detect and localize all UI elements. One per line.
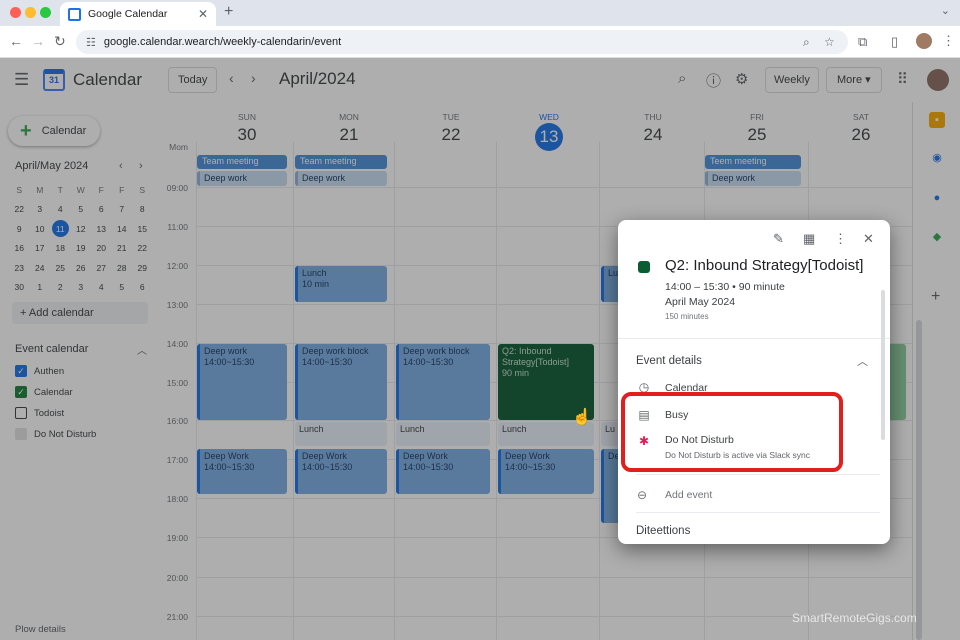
back-arrow-icon[interactable]: ← (9, 33, 23, 49)
event-duration: 150 minutes (665, 312, 709, 321)
address-bar[interactable]: ☷ google.calendar.wearch/weekly-calendar… (76, 30, 848, 54)
sidebar-icon[interactable]: ▯ (891, 34, 898, 50)
section-title: Diteettions (636, 525, 691, 537)
event-time: 14:00 – 15:30 • 90 minute (665, 281, 785, 293)
divider (636, 474, 880, 475)
profile-avatar[interactable] (916, 33, 932, 49)
browser-tab-bar: Google Calendar ✕ + ⌄ (0, 0, 960, 26)
browser-toolbar: ← → ↻ ☷ google.calendar.wearch/weekly-ca… (0, 26, 960, 58)
divider (636, 512, 880, 513)
tab-title: Google Calendar (88, 8, 168, 20)
add-event-link[interactable]: Add event (665, 489, 712, 501)
star-icon[interactable]: ☆ (824, 35, 835, 49)
annotation-highlight (621, 392, 843, 472)
forward-arrow-icon[interactable]: → (31, 33, 45, 49)
calendar-favicon-icon (68, 7, 81, 21)
calendar-icon[interactable]: ▦ (803, 231, 815, 247)
reload-icon[interactable]: ↻ (54, 33, 66, 50)
hand-cursor-icon: ☝ (572, 409, 592, 426)
event-date: April May 2024 (665, 296, 736, 308)
link-icon: ⊖ (637, 488, 648, 502)
popup-scrollbar[interactable] (881, 290, 885, 440)
window-zoom-dot[interactable] (40, 7, 51, 18)
zoom-icon[interactable]: ⌕ (803, 35, 810, 50)
new-tab-button[interactable]: + (224, 3, 233, 21)
event-details-title: Event details (636, 355, 702, 367)
tab-search-icon[interactable]: ⌄ (941, 4, 950, 17)
window-close-dot[interactable] (10, 7, 21, 18)
watermark: SmartRemoteGigs.com (792, 611, 917, 625)
tune-icon[interactable]: ☷ (86, 36, 96, 49)
extensions-icon[interactable]: ⧉ (858, 34, 867, 50)
event-detail-popup: ✎ ▦ ⋮ ✕ Q2: Inbound Strategy[Todoist] 14… (618, 220, 890, 544)
url-text: google.calendar.wearch/weekly-calendarin… (103, 36, 342, 48)
event-color-swatch (638, 261, 650, 273)
browser-tab[interactable]: Google Calendar ✕ (60, 2, 216, 26)
edit-pencil-icon[interactable]: ✎ (773, 231, 784, 247)
window-minimize-dot[interactable] (25, 7, 36, 18)
kebab-icon[interactable]: ⋮ (834, 231, 847, 247)
close-icon[interactable]: ✕ (863, 231, 874, 247)
divider (618, 338, 890, 339)
tab-close-icon[interactable]: ✕ (198, 7, 208, 21)
event-title: Q2: Inbound Strategy[Todoist] (665, 257, 864, 274)
kebab-icon[interactable]: ⋮ (942, 33, 955, 49)
chevron-up-icon[interactable]: ︿ (857, 353, 868, 369)
